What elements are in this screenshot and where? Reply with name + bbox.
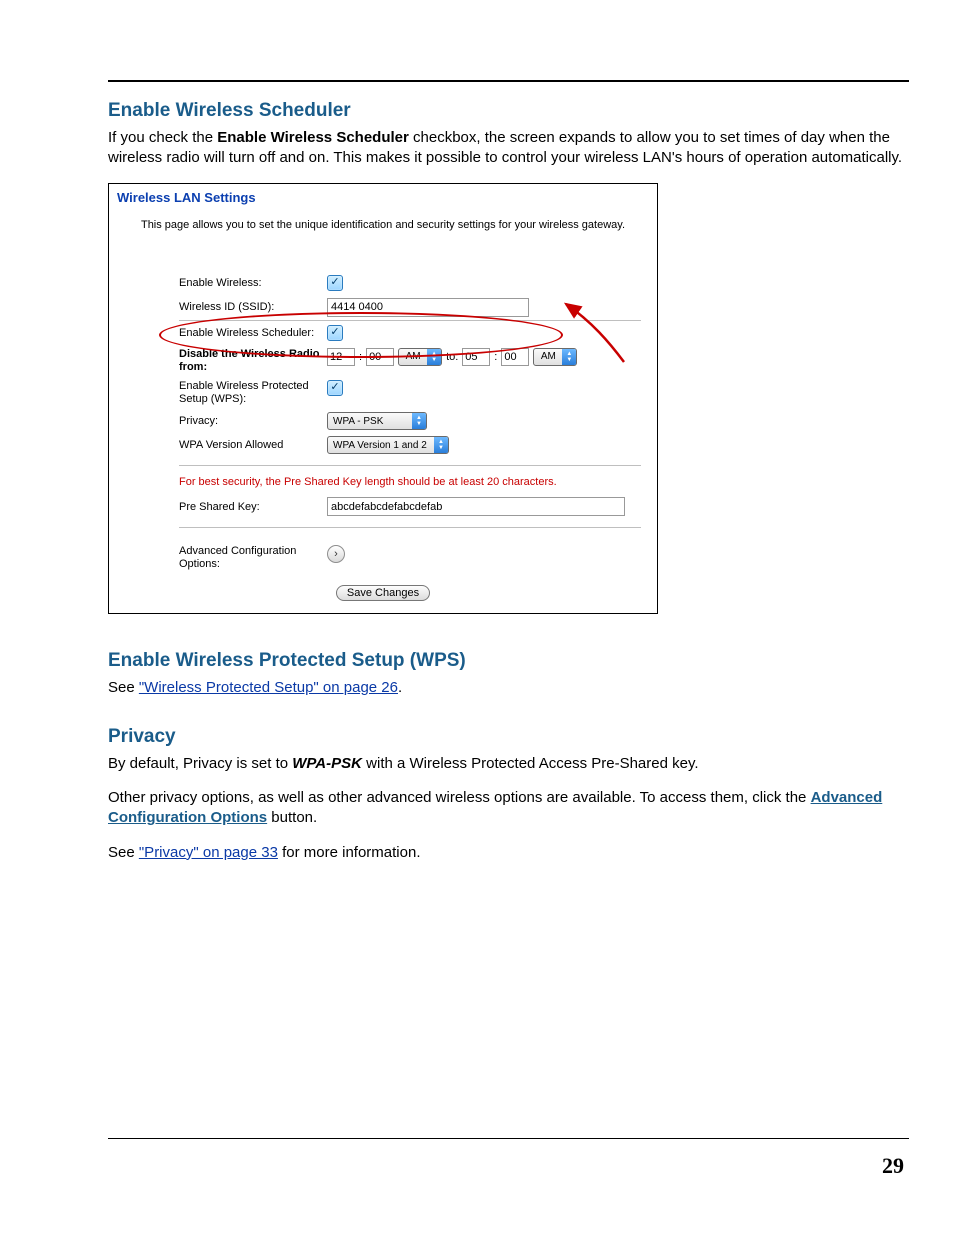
- text: If you check the: [108, 129, 217, 146]
- from-minute-input[interactable]: [366, 348, 394, 366]
- wireless-lan-settings-panel: Wireless LAN Settings This page allows y…: [108, 183, 658, 614]
- psk-warning: For best security, the Pre Shared Key le…: [179, 476, 649, 488]
- label-psk: Pre Shared Key:: [179, 501, 327, 513]
- from-ampm-value: AM: [399, 349, 427, 365]
- text: See: [108, 679, 139, 696]
- wpa-version-select[interactable]: WPA Version 1 and 2 ▲▼: [327, 436, 449, 454]
- panel-title: Wireless LAN Settings: [117, 190, 649, 205]
- checkbox-wps[interactable]: ✓: [327, 380, 343, 396]
- heading-enable-wireless-scheduler: Enable Wireless Scheduler: [108, 100, 909, 122]
- privacy-select[interactable]: WPA - PSK ▲▼: [327, 412, 427, 430]
- panel-subtitle: This page allows you to set the unique i…: [117, 219, 649, 231]
- text: By default, Privacy is set to: [108, 755, 292, 772]
- from-ampm-select[interactable]: AM ▲▼: [398, 348, 442, 366]
- label-ssid: Wireless ID (SSID):: [179, 301, 327, 313]
- text: Other privacy options, as well as other …: [108, 789, 811, 806]
- label-advanced-options: Advanced Configuration Options:: [179, 545, 327, 571]
- wpa-version-value: WPA Version 1 and 2: [328, 437, 434, 453]
- text: button.: [267, 809, 317, 826]
- label-wps: Enable Wireless Protected Setup (WPS):: [179, 380, 327, 406]
- stepper-arrows-icon: ▲▼: [434, 437, 448, 453]
- to-minute-input[interactable]: [501, 348, 529, 366]
- save-changes-button[interactable]: Save Changes: [336, 585, 430, 601]
- stepper-arrows-icon: ▲▼: [427, 349, 441, 365]
- para-privacy-3: See "Privacy" on page 33 for more inform…: [108, 843, 909, 863]
- label-enable-scheduler: Enable Wireless Scheduler:: [179, 327, 327, 339]
- link-wps-page26[interactable]: "Wireless Protected Setup" on page 26: [139, 679, 398, 696]
- to-ampm-value: AM: [534, 349, 562, 365]
- advanced-options-button[interactable]: ›: [327, 545, 345, 563]
- para-enable-wireless-scheduler: If you check the Enable Wireless Schedul…: [108, 128, 909, 169]
- heading-privacy: Privacy: [108, 726, 909, 748]
- from-hour-input[interactable]: [327, 348, 355, 366]
- to-ampm-select[interactable]: AM ▲▼: [533, 348, 577, 366]
- stepper-arrows-icon: ▲▼: [412, 413, 426, 429]
- text: for more information.: [278, 844, 421, 861]
- page-number: 29: [882, 1153, 904, 1179]
- para-privacy-2: Other privacy options, as well as other …: [108, 788, 909, 829]
- text-bold-italic: WPA-PSK: [292, 755, 362, 772]
- bottom-rule: [108, 1138, 909, 1139]
- para-wps: See "Wireless Protected Setup" on page 2…: [108, 678, 909, 698]
- checkbox-enable-scheduler[interactable]: ✓: [327, 325, 343, 341]
- chevron-right-icon: ›: [334, 548, 338, 560]
- link-privacy-page33[interactable]: "Privacy" on page 33: [139, 844, 278, 861]
- heading-enable-wps: Enable Wireless Protected Setup (WPS): [108, 650, 909, 672]
- text-bold: Enable Wireless Scheduler: [217, 129, 409, 146]
- divider: [179, 527, 641, 528]
- checkbox-enable-wireless[interactable]: ✓: [327, 275, 343, 291]
- colon: :: [359, 351, 362, 363]
- text: See: [108, 844, 139, 861]
- psk-input[interactable]: [327, 497, 625, 516]
- text: with a Wireless Protected Access Pre-Sha…: [362, 755, 699, 772]
- privacy-value: WPA - PSK: [328, 413, 412, 429]
- ssid-input[interactable]: [327, 298, 529, 317]
- divider: [179, 465, 641, 466]
- to-hour-input[interactable]: [462, 348, 490, 366]
- para-privacy-1: By default, Privacy is set to WPA-PSK wi…: [108, 754, 909, 774]
- colon: :: [494, 351, 497, 363]
- label-disable-radio-from: Disable the Wireless Radio from:: [179, 348, 327, 374]
- to-label: to:: [446, 351, 458, 363]
- top-rule: [108, 80, 909, 82]
- label-wpa-version: WPA Version Allowed: [179, 439, 327, 451]
- label-enable-wireless: Enable Wireless:: [179, 277, 327, 289]
- label-privacy: Privacy:: [179, 415, 327, 427]
- stepper-arrows-icon: ▲▼: [562, 349, 576, 365]
- text: .: [398, 679, 402, 696]
